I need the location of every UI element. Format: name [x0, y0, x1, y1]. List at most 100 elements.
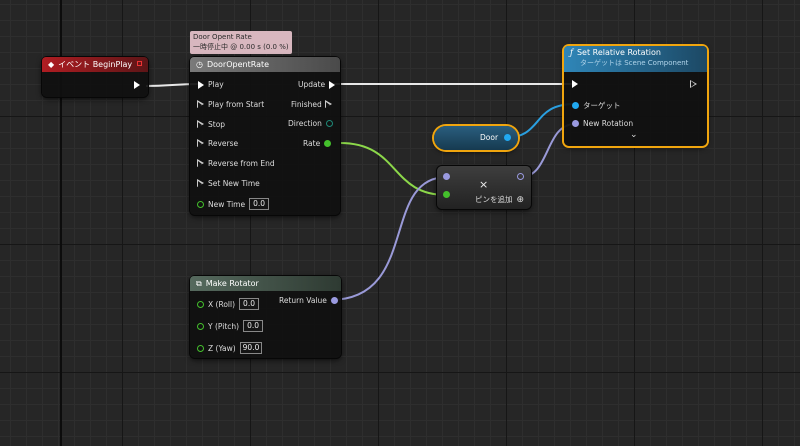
beginplay-exec-out[interactable] [134, 81, 140, 89]
pin-label: Rate [303, 139, 321, 148]
pin-label: Stop [208, 120, 226, 129]
make-rotator-x-pin[interactable]: X (Roll) 0.0 [197, 298, 260, 310]
pin-label: New Time [208, 199, 246, 209]
pin-label: Y (Pitch) [208, 321, 240, 331]
make-rotator-z-pin[interactable]: Z (Yaw) 90.0 [197, 342, 263, 354]
door-variable-node[interactable]: Door [434, 126, 518, 150]
door-label: Door [480, 133, 499, 142]
pin-label: ターゲット [583, 101, 621, 110]
object-pin-icon[interactable] [504, 134, 512, 141]
object-pin-icon[interactable] [572, 102, 579, 109]
timeline-tooltip: Door Opent Rate 一時停止中 @ 0.00 s (0.0 %) [190, 31, 292, 54]
set-rotation-subtitle: ターゲットは Scene Component [580, 59, 689, 67]
pin-label: Play from Start [208, 100, 265, 109]
pin-label: Direction [288, 119, 322, 128]
event-node-header[interactable]: ◆ イベント BeginPlay [42, 57, 148, 72]
multiply-input-a[interactable] [443, 173, 450, 180]
exec-in-pin-icon[interactable] [197, 120, 204, 129]
pitch-field[interactable]: 0.0 [243, 320, 264, 332]
exec-out-pin-icon[interactable] [134, 81, 140, 89]
timeline-output-update[interactable]: Update [298, 80, 336, 89]
struct-pin-icon[interactable] [572, 120, 579, 127]
struct-pin-icon[interactable] [517, 173, 524, 180]
exec-in-pin-icon[interactable] [197, 100, 204, 109]
pin-label: Update [298, 80, 326, 89]
pin-label: Play [208, 80, 224, 89]
set-rotation-exec-out[interactable] [690, 79, 697, 88]
exec-in-pin-icon[interactable] [198, 80, 204, 89]
timeline-node-header[interactable]: ◷ DoorOpentRate [190, 57, 340, 72]
timeline-input-reverse[interactable]: Reverse [197, 139, 239, 148]
set-relative-rotation-node[interactable]: ƒ Set Relative Rotation ターゲットは Scene Com… [564, 46, 707, 146]
set-rotation-exec-in[interactable] [572, 80, 578, 88]
timeline-input-play-from-start[interactable]: Play from Start [197, 100, 265, 109]
set-rotation-target-pin[interactable]: ターゲット [572, 100, 621, 111]
timeline-node-title: DoorOpentRate [206, 60, 270, 69]
tooltip-title: Door Opent Rate [193, 33, 252, 41]
pin-label: Z (Yaw) [208, 343, 236, 353]
event-node-title: イベント BeginPlay [58, 60, 133, 69]
set-rotation-header[interactable]: ƒ Set Relative Rotation ターゲットは Scene Com… [564, 46, 707, 72]
make-rotator-node[interactable]: ⧉ Make Rotator X (Roll) 0.0 Y (Pitch) 0.… [190, 276, 341, 358]
add-pin-label: ピンを追加 [475, 195, 513, 204]
float-pin-icon[interactable] [197, 300, 204, 308]
multiply-output[interactable] [517, 173, 524, 180]
set-rotation-new-rotation-pin[interactable]: New Rotation [572, 119, 633, 128]
make-rotator-title: Make Rotator [205, 279, 259, 288]
exec-out-pin-icon[interactable] [329, 80, 336, 89]
float-wire-rate-multiply [339, 142, 447, 196]
event-diamond-icon: ◆ [48, 60, 55, 69]
pin-label: Reverse [208, 139, 239, 148]
float-pin-icon[interactable] [443, 191, 450, 198]
pin-label: X (Roll) [208, 299, 236, 309]
timeline-input-play[interactable]: Play [198, 80, 224, 89]
clock-icon: ◷ [196, 60, 203, 69]
exec-in-pin-icon[interactable] [572, 80, 578, 88]
float-pin-icon[interactable] [197, 344, 204, 352]
expand-chevron-icon[interactable]: ⌄ [630, 130, 638, 140]
pin-label: Set New Time [208, 179, 260, 188]
struct-pin-icon[interactable] [443, 173, 450, 180]
timeline-input-set-new-time[interactable]: Set New Time [197, 179, 260, 188]
struct-pin-icon[interactable] [330, 297, 338, 304]
exec-in-pin-icon[interactable] [197, 179, 204, 188]
exec-in-pin-icon[interactable] [197, 159, 204, 168]
timeline-output-finished[interactable]: Finished [291, 100, 332, 109]
pin-label: Finished [291, 100, 322, 109]
event-beginplay-node[interactable]: ◆ イベント BeginPlay [42, 57, 148, 97]
enum-pin-icon[interactable] [325, 120, 333, 127]
function-f-icon: ƒ [570, 48, 573, 57]
door-output[interactable]: Door [480, 133, 512, 142]
make-rotator-header[interactable]: ⧉ Make Rotator [190, 276, 341, 291]
timeline-input-reverse-from-end[interactable]: Reverse from End [197, 159, 275, 168]
float-pin-icon[interactable] [197, 322, 204, 330]
timeline-node[interactable]: ◷ DoorOpentRate Play Play from Start Sto… [190, 57, 340, 215]
tooltip-status: 一時停止中 @ 0.00 s (0.0 %) [193, 43, 289, 51]
add-pin-button[interactable]: ピンを追加 ⊕ [475, 194, 524, 205]
pin-label: New Rotation [583, 119, 634, 128]
new-time-field[interactable]: 0.0 [249, 198, 270, 210]
exec-out-pin-icon[interactable] [690, 79, 697, 88]
make-rotator-return-value[interactable]: Return Value [279, 296, 338, 305]
exec-in-pin-icon[interactable] [197, 139, 204, 148]
add-pin-icon[interactable]: ⊕ [517, 195, 525, 205]
multiply-node[interactable]: × ピンを追加 ⊕ [437, 166, 531, 209]
timeline-output-rate[interactable]: Rate [303, 139, 332, 148]
multiply-input-b[interactable] [443, 191, 450, 198]
pin-label: Return Value [279, 296, 327, 305]
set-rotation-title: Set Relative Rotation [576, 48, 661, 57]
struct-icon: ⧉ [196, 278, 202, 288]
delegate-pin-icon[interactable] [137, 61, 142, 66]
exec-out-pin-icon[interactable] [324, 100, 332, 109]
timeline-input-stop[interactable]: Stop [197, 120, 226, 129]
multiply-symbol: × [479, 178, 489, 191]
timeline-input-new-time[interactable]: New Time 0.0 [197, 198, 270, 210]
roll-field[interactable]: 0.0 [239, 298, 260, 310]
make-rotator-y-pin[interactable]: Y (Pitch) 0.0 [197, 320, 264, 332]
yaw-field[interactable]: 90.0 [239, 342, 263, 354]
struct-wire-returnvalue-multiply [329, 176, 448, 301]
timeline-output-direction[interactable]: Direction [288, 119, 333, 128]
float-pin-icon[interactable] [324, 140, 332, 147]
pin-label: Reverse from End [208, 159, 275, 168]
float-pin-icon[interactable] [197, 200, 204, 208]
